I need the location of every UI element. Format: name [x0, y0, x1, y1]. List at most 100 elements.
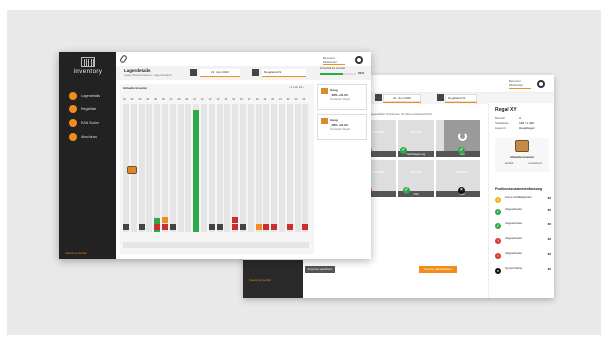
summary-row: ! Abgearbeitet 88 — [495, 251, 551, 264]
inventory-progress: Fortschritt der Inventur 64% — [320, 67, 366, 77]
grid-cell-2[interactable]: MISSING Nachlagerung ✓ — [398, 120, 434, 157]
shelf-column[interactable] — [302, 104, 309, 232]
progress-percent: 64% — [358, 71, 365, 75]
summary-text: Abgearbeitet — [505, 236, 523, 240]
column-number: 10 — [193, 98, 196, 101]
summary-row: ! Keine Auffälligkeiten 88 — [495, 195, 551, 208]
grid-cell-4[interactable]: Fail ✓ — [444, 120, 480, 157]
summary-count: 88 — [547, 208, 551, 212]
shelf-column[interactable] — [247, 104, 254, 232]
column-number: 05 — [154, 98, 157, 101]
column-number: 08 — [177, 98, 181, 101]
panel-title: Regal XY — [495, 107, 517, 113]
shelf-column[interactable] — [263, 104, 270, 232]
summary-count: 88 — [547, 252, 551, 256]
view-select[interactable]: Regalansicht — [262, 69, 306, 76]
shelf-column[interactable] — [224, 104, 231, 232]
shelf-column[interactable] — [255, 104, 262, 232]
card-value: _08% +01.06 — [330, 93, 348, 97]
detail-card[interactable]: Gang _08% +01.06 Sonderfall / Regal — [317, 84, 367, 110]
check-icon: ✓ — [400, 147, 407, 154]
column-number: 15 — [232, 98, 235, 101]
shelf-column[interactable] — [177, 104, 184, 232]
shelf-column[interactable] — [146, 104, 153, 232]
column-number: 24 — [302, 98, 306, 101]
back-user-dropdown[interactable]: Benutzer Mitarbeiter — [509, 79, 523, 87]
card-title: Gang — [330, 118, 338, 122]
shelf-column[interactable] — [201, 104, 207, 232]
user-dropdown[interactable]: Benutzer Mitarbeiter — [323, 56, 337, 64]
shelf-column[interactable] — [185, 104, 192, 232]
collapse-sidebar-icon[interactable]: ‹ — [115, 58, 117, 64]
shelf-column[interactable] — [138, 104, 145, 232]
app-name: inventory — [73, 69, 103, 75]
date-field[interactable]: 21. Juni 2020 — [200, 69, 240, 76]
column-marker — [255, 224, 262, 230]
sidebar-footer: Inventory GmbH — [65, 251, 87, 255]
shelf-column[interactable] — [279, 104, 285, 232]
summary-text: Keine Auffälligkeiten — [505, 195, 532, 199]
sidebar-item-lagerdetails[interactable]: Lagerdetails — [69, 92, 113, 102]
check-icon: ✓ — [458, 147, 465, 154]
chevron-right-icon[interactable]: › — [303, 85, 304, 89]
barcode-search-icon — [69, 119, 77, 127]
column-number: 22 — [286, 98, 290, 101]
shelf-column[interactable] — [232, 104, 239, 232]
section-title: Aktuelle Inventur — [123, 86, 148, 90]
panel-row: Stellplätze 108 / 1.400 — [495, 121, 551, 125]
shelf-column[interactable] — [294, 104, 301, 232]
shelf-column[interactable] — [162, 104, 168, 232]
detail-card[interactable]: Gang _08% +01.06 Sonderfall / Regal — [317, 114, 367, 140]
paperclip-icon[interactable] — [119, 54, 128, 64]
placeholder-text: MISSING — [409, 170, 423, 174]
pager[interactable]: ‹ 1 von 24 › — [289, 85, 304, 89]
column-number-row: 01 02 03 04 05 06 07 08 09 10 11 12 13 14 15 16 17 18 19 20… — [123, 98, 309, 103]
progress-fill — [320, 73, 344, 75]
column-number: 11 — [201, 98, 204, 101]
summary-row: × Systemfehler 88 — [495, 266, 551, 279]
shelf-column[interactable] — [271, 104, 278, 232]
finish-inventory-button[interactable]: Inventur abschließen — [419, 266, 457, 273]
back-view-select[interactable]: Regalansicht — [445, 94, 477, 102]
shelf-column[interactable] — [240, 104, 246, 232]
sidebar-item-label: Regalliste — [81, 107, 97, 111]
alert-icon: ! — [495, 238, 501, 244]
column-number: 17 — [247, 98, 251, 101]
inventory-col-counted: Gezählt — [504, 162, 514, 165]
settings-icon[interactable] — [355, 56, 363, 64]
shelf-column[interactable] — [208, 104, 215, 232]
column-number: 21 — [279, 98, 282, 101]
shelf-column[interactable] — [286, 104, 293, 232]
shelf-icon — [252, 69, 259, 76]
save-inventory-button[interactable]: Inventur speichern — [305, 266, 335, 273]
column-marker — [286, 224, 293, 230]
back-date-field[interactable]: 21. Juni 2020 — [383, 94, 421, 102]
summary-text: Abgearbeitet — [505, 207, 523, 211]
card-value: _08% +01.06 — [330, 123, 348, 127]
chevron-left-icon[interactable]: ‹ — [289, 85, 290, 89]
shelf-detail-panel: Regal XY Bereich A Stellplätze 108 / 1.400… — [488, 103, 554, 298]
panel-row-value: 108 / 1.400 — [519, 121, 535, 125]
panel-row-value: Hauptlager — [519, 126, 535, 130]
column-number: 19 — [263, 98, 267, 101]
summary-row: ! Abgearbeitet 88 — [495, 236, 551, 249]
progress-label: Fortschritt der Inventur — [320, 67, 346, 70]
inventory-box: Aktuelle Inventur Gezählt Ausstehend — [495, 138, 549, 172]
sidebar-item-regalliste[interactable]: Regalliste — [69, 105, 113, 115]
panel-row: Bereich A — [495, 116, 551, 120]
panel-row: Lagerort Hauptlager — [495, 126, 551, 130]
column-marker — [232, 217, 239, 223]
shelf-column[interactable] — [169, 104, 176, 232]
settings-icon[interactable] — [537, 80, 545, 88]
grid-cell-6[interactable]: MISSING Fail ✓ — [398, 160, 434, 197]
card-note: Sonderfall / Regal — [330, 128, 350, 131]
summary-text: Systemfehler — [505, 266, 523, 270]
inventory-title: Aktuelle Inventur — [509, 155, 535, 159]
sidebar-item-abschluss[interactable]: Abschluss — [69, 133, 113, 143]
shelf-column[interactable] — [216, 104, 223, 232]
horizontal-scrollbar[interactable] — [123, 242, 309, 248]
shelf-column[interactable] — [154, 104, 161, 232]
shelf-column[interactable] — [193, 104, 200, 232]
grid-cell-8[interactable]: MISSING Fail × — [444, 160, 480, 197]
sidebar-item-ean-suche[interactable]: EAN Suche — [69, 119, 113, 129]
